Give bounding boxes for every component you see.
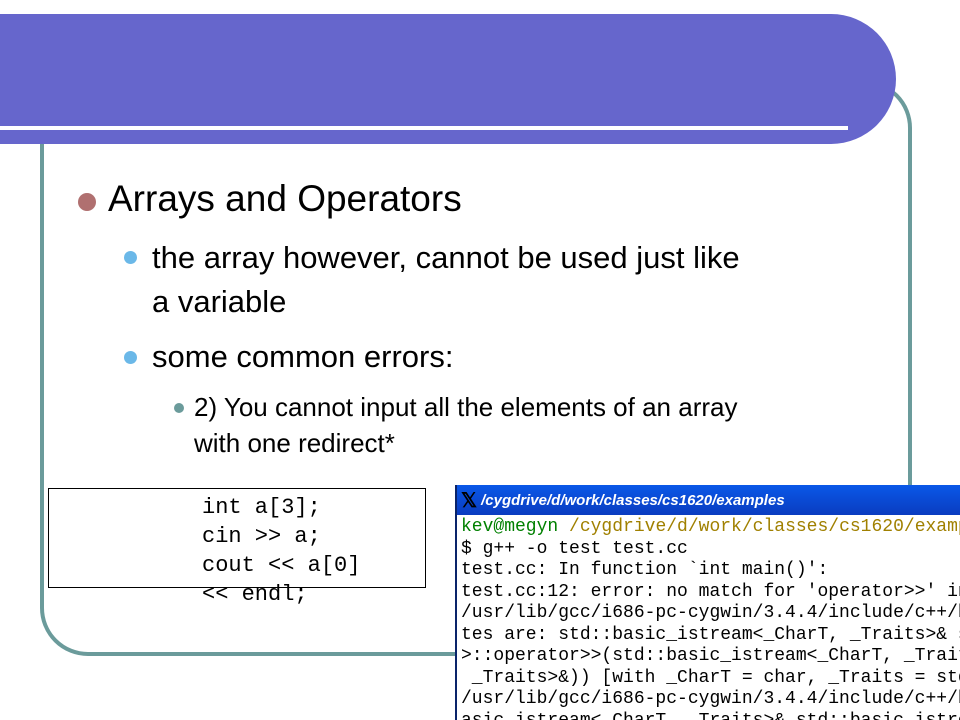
code-line: << endl;: [202, 582, 308, 607]
bullet-common-errors: some common errors:: [152, 339, 454, 374]
terminal-line: >::operator>>(std::basic_istream<_CharT,…: [461, 646, 960, 666]
terminal-line: tes are: std::basic_istream<_CharT, _Tra…: [461, 624, 960, 645]
x11-logo-icon: 𝕏: [461, 489, 478, 512]
terminal-title-bar[interactable]: 𝕏 /cygdrive/d/work/classes/cs1620/exampl…: [457, 485, 960, 515]
terminal-line: $ g++ -o test test.cc: [461, 538, 688, 559]
sub-bullet-line1: 2) You cannot input all the elements of …: [194, 392, 738, 422]
terminal-prompt-line: kev@megyn /cygdrive/d/work/classes/cs162…: [461, 517, 960, 539]
title-banner: [0, 14, 896, 144]
bullet-array-usage-line1: the array however, cannot be used just l…: [152, 240, 740, 275]
bullet-array-usage-line2: a variable: [152, 284, 287, 319]
slide-heading: Arrays and Operators: [108, 178, 462, 219]
code-line: cin >> a;: [202, 524, 321, 549]
terminal-line: test.cc: In function `int main()':: [461, 560, 829, 580]
prompt-user: kev@megyn: [461, 517, 559, 537]
prompt-path: /cygdrive/d/work/classes/cs1620/examples: [569, 517, 960, 537]
terminal-line: _Traits>&)) [with _CharT = char, _Traits…: [461, 667, 960, 688]
terminal-line: test.cc:12: error: no match for 'operato…: [461, 581, 960, 602]
code-line: int a[3];: [202, 495, 321, 520]
terminal-line: /usr/lib/gcc/i686-pc-cygwin/3.4.4/includ…: [461, 689, 960, 709]
terminal-title: /cygdrive/d/work/classes/cs1620/examples: [481, 491, 785, 509]
bullet-dot-level3: [174, 403, 184, 413]
terminal-window[interactable]: 𝕏 /cygdrive/d/work/classes/cs1620/exampl…: [455, 485, 960, 720]
bullet-dot-level2: [124, 251, 137, 264]
bullet-dot-level2: [124, 351, 137, 364]
code-snippet: int a[3]; cin >> a; cout << a[0] << endl;: [202, 493, 360, 609]
bullet-dot-level1: [78, 193, 96, 211]
terminal-line: /usr/lib/gcc/i686-pc-cygwin/3.4.4/includ…: [461, 603, 960, 623]
sub-bullet-line2: with one redirect*: [194, 428, 395, 458]
terminal-output[interactable]: kev@megyn /cygdrive/d/work/classes/cs162…: [457, 515, 960, 720]
banner-divider: [0, 126, 848, 130]
terminal-line: asic_istream<_CharT, _Traits>& std::basi…: [461, 711, 960, 720]
code-line: cout << a[0]: [202, 553, 361, 578]
